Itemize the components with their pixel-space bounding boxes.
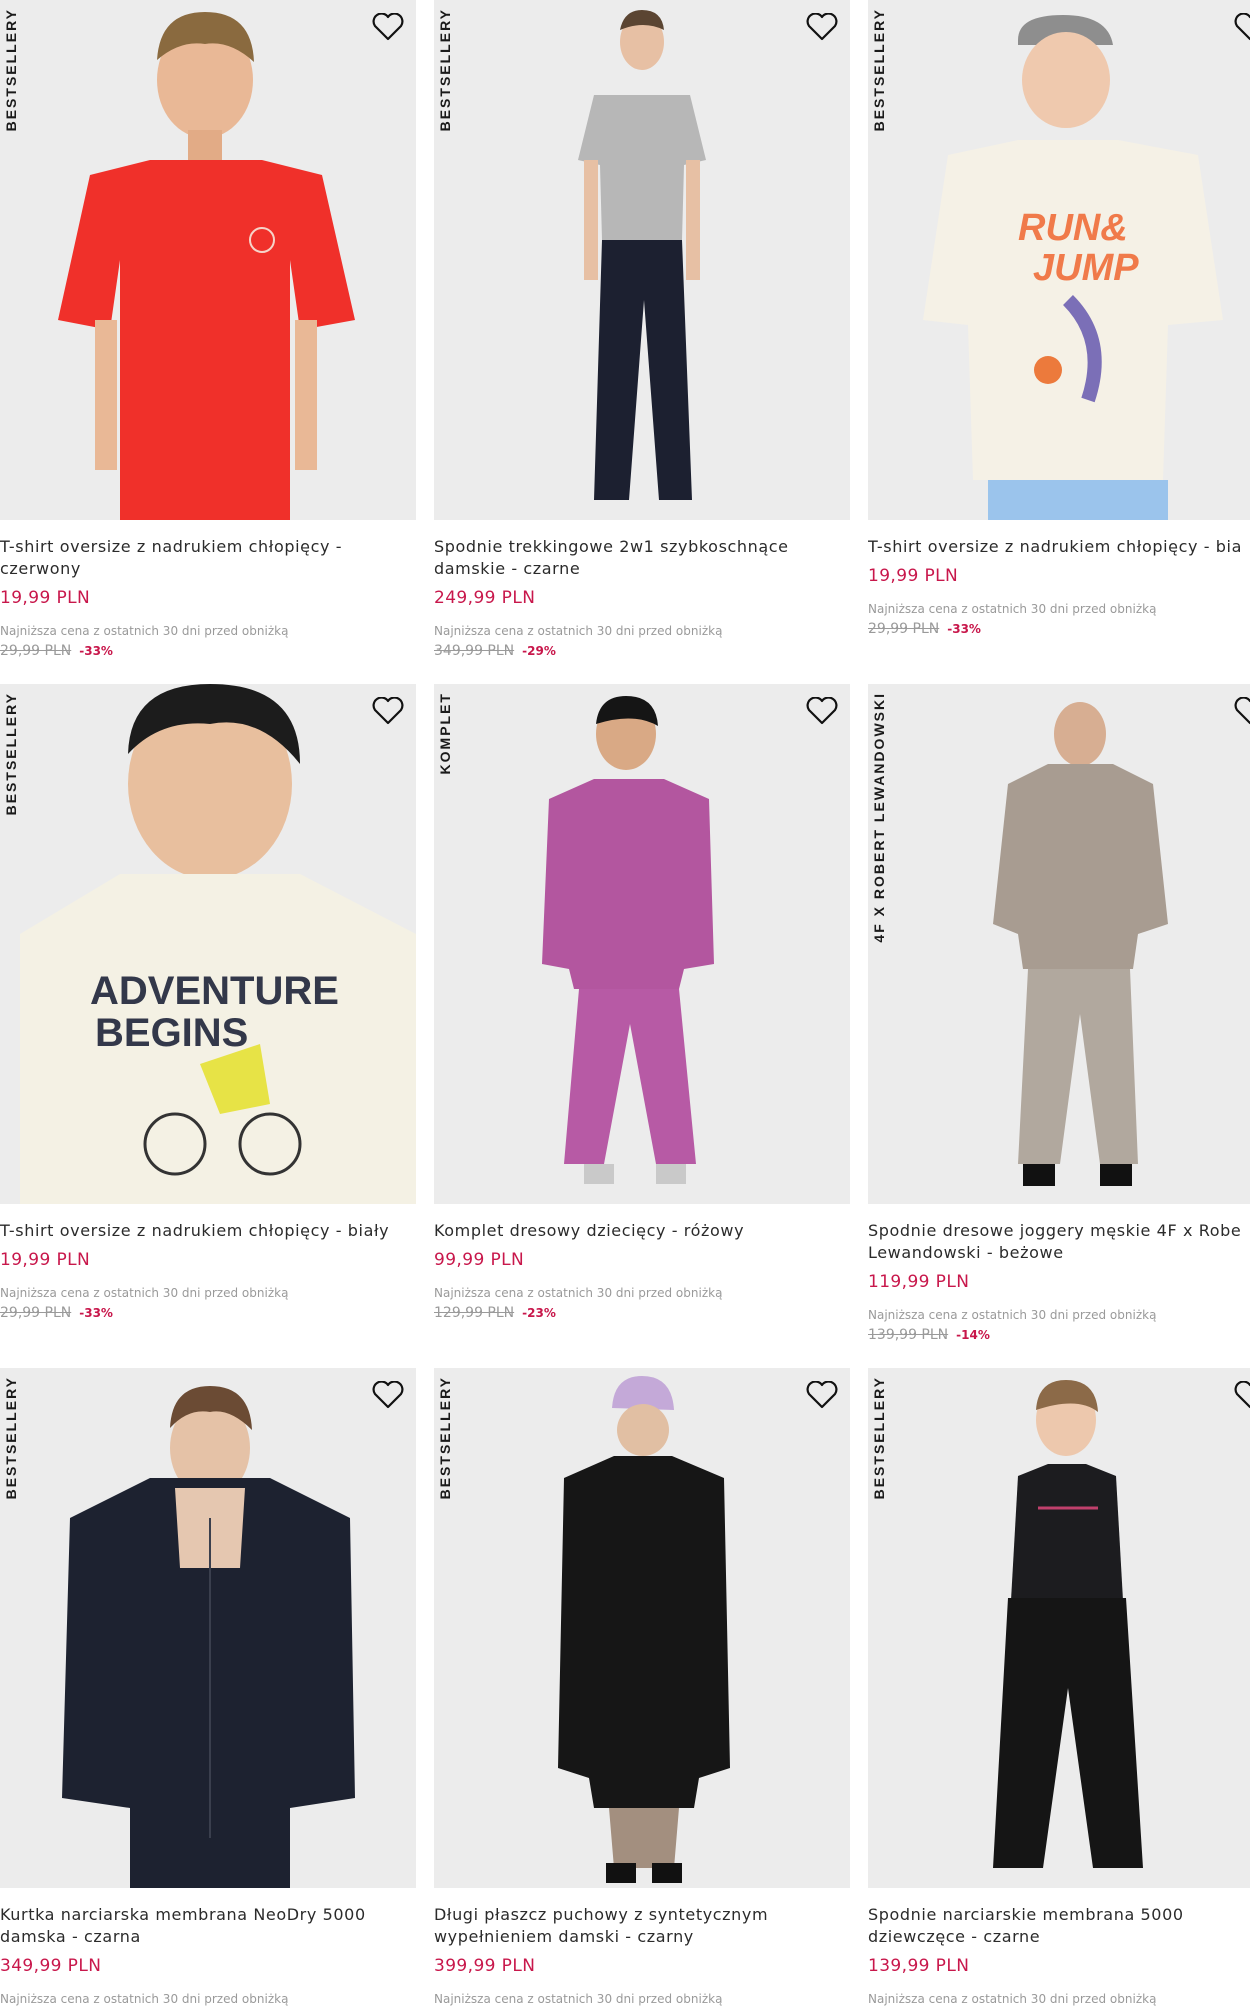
product-title[interactable]: T-shirt oversize z nadrukiem chłopięcy -… (0, 1220, 416, 1242)
product-badge: BESTSELLERY (3, 692, 19, 816)
product-title[interactable]: Komplet dresowy dziecięcy - różowy (434, 1220, 850, 1242)
product-badge: BESTSELLERY (3, 8, 19, 132)
product-badge: BESTSELLERY (871, 1376, 887, 1500)
old-price-row: 129,99 PLN -23% (434, 1305, 850, 1321)
product-image[interactable]: BESTSELLERY (0, 0, 416, 520)
product-image[interactable]: 4F X ROBERT LEWANDOWSKI (868, 684, 1250, 1204)
discount-badge: -33% (79, 644, 113, 658)
old-price: 349,99 PLN (434, 643, 515, 659)
product-title[interactable]: Spodnie dresowe joggery męskie 4F x Robe… (868, 1220, 1250, 1264)
product-card[interactable]: KOMPLET Komplet dresowy dziecięcy - różo… (434, 684, 850, 1321)
lowest-price-label: Najniższa cena z ostatnich 30 dni przed … (868, 1992, 1157, 2006)
product-badge: BESTSELLERY (437, 1376, 453, 1500)
old-price: 29,99 PLN (0, 1305, 72, 1321)
product-badge: 4F X ROBERT LEWANDOWSKI (871, 692, 887, 943)
product-photo (434, 1368, 850, 1888)
product-title[interactable]: Spodnie narciarskie membrana 5000 dziewc… (868, 1904, 1250, 1948)
product-photo (0, 1368, 416, 1888)
svg-text:BEGINS: BEGINS (95, 1011, 248, 1055)
lowest-price-label: Najniższa cena z ostatnich 30 dni przed … (434, 1286, 723, 1300)
lowest-price-label: Najniższa cena z ostatnich 30 dni przed … (0, 624, 289, 638)
product-price: 399,99 PLN (434, 1956, 536, 1976)
lowest-price-label: Najniższa cena z ostatnich 30 dni przed … (868, 1308, 1157, 1322)
product-price: 119,99 PLN (868, 1272, 970, 1292)
product-image[interactable]: BESTSELLERY (868, 1368, 1250, 1888)
wishlist-heart-icon[interactable] (370, 10, 406, 44)
lowest-price-label: Najniższa cena z ostatnich 30 dni przed … (434, 1992, 723, 2006)
old-price: 139,99 PLN (868, 1327, 949, 1343)
product-photo: ADVENTURE BEGINS (0, 684, 416, 1204)
wishlist-heart-icon[interactable] (1232, 10, 1250, 44)
product-title[interactable]: T-shirt oversize z nadrukiem chłopięcy -… (868, 536, 1250, 558)
product-card[interactable]: BESTSELLERY T-shirt oversize z nadrukiem… (0, 0, 416, 659)
wishlist-heart-icon[interactable] (804, 10, 840, 44)
product-image[interactable]: BESTSELLERY (434, 1368, 850, 1888)
svg-text:RUN&: RUN& (1018, 207, 1128, 249)
product-image[interactable]: BESTSELLERY (434, 0, 850, 520)
product-badge: BESTSELLERY (437, 8, 453, 132)
product-price: 249,99 PLN (434, 588, 536, 608)
discount-badge: -29% (522, 644, 556, 658)
product-price: 349,99 PLN (0, 1956, 102, 1976)
lowest-price-label: Najniższa cena z ostatnich 30 dni przed … (0, 1992, 289, 2006)
product-image[interactable]: BESTSELLERY (0, 1368, 416, 1888)
svg-text:ADVENTURE: ADVENTURE (90, 969, 339, 1013)
product-price: 19,99 PLN (0, 588, 91, 608)
old-price-row: 139,99 PLN -14% (868, 1327, 1250, 1343)
wishlist-heart-icon[interactable] (370, 1378, 406, 1412)
product-photo (434, 0, 850, 520)
wishlist-heart-icon[interactable] (370, 694, 406, 728)
lowest-price-label: Najniższa cena z ostatnich 30 dni przed … (868, 602, 1157, 616)
product-title[interactable]: Spodnie trekkingowe 2w1 szybkoschnące da… (434, 536, 850, 580)
product-image[interactable]: RUN& JUMP BESTSELLERY (868, 0, 1250, 520)
wishlist-heart-icon[interactable] (804, 1378, 840, 1412)
product-card[interactable]: 4F X ROBERT LEWANDOWSKI Spodnie dresowe … (868, 684, 1250, 1343)
old-price: 29,99 PLN (868, 621, 940, 637)
product-card[interactable]: RUN& JUMP BESTSELLERY T-shirt oversize z… (868, 0, 1250, 637)
svg-text:JUMP: JUMP (1033, 247, 1139, 289)
product-card[interactable]: BESTSELLERY Spodnie trekkingowe 2w1 szyb… (434, 0, 850, 659)
discount-badge: -23% (522, 1306, 556, 1320)
product-photo (868, 1368, 1250, 1888)
old-price-row: 29,99 PLN -33% (0, 1305, 416, 1321)
old-price-row: 29,99 PLN -33% (868, 621, 1250, 637)
product-price: 99,99 PLN (434, 1250, 525, 1270)
old-price: 129,99 PLN (434, 1305, 515, 1321)
old-price-row: 29,99 PLN -33% (0, 643, 416, 659)
product-price: 139,99 PLN (868, 1956, 970, 1976)
product-image[interactable]: ADVENTURE BEGINS BESTSELLERY (0, 684, 416, 1204)
product-title[interactable]: Długi płaszcz puchowy z syntetycznym wyp… (434, 1904, 850, 1948)
product-card[interactable]: BESTSELLERY Spodnie narciarskie membrana… (868, 1368, 1250, 2006)
wishlist-heart-icon[interactable] (1232, 694, 1250, 728)
product-badge: BESTSELLERY (871, 8, 887, 132)
product-badge: BESTSELLERY (3, 1376, 19, 1500)
wishlist-heart-icon[interactable] (1232, 1378, 1250, 1412)
product-title[interactable]: Kurtka narciarska membrana NeoDry 5000 d… (0, 1904, 416, 1948)
product-photo (0, 0, 416, 520)
product-title[interactable]: T-shirt oversize z nadrukiem chłopięcy -… (0, 536, 416, 580)
product-price: 19,99 PLN (868, 566, 959, 586)
old-price: 29,99 PLN (0, 643, 72, 659)
lowest-price-label: Najniższa cena z ostatnich 30 dni przed … (0, 1286, 289, 1300)
product-badge: KOMPLET (437, 692, 453, 775)
product-price: 19,99 PLN (0, 1250, 91, 1270)
product-image[interactable]: KOMPLET (434, 684, 850, 1204)
product-photo: RUN& JUMP (868, 0, 1250, 520)
wishlist-heart-icon[interactable] (804, 694, 840, 728)
product-card[interactable]: ADVENTURE BEGINS BESTSELLERY T-shirt ove… (0, 684, 416, 1321)
discount-badge: -33% (947, 622, 981, 636)
product-photo (868, 684, 1250, 1204)
discount-badge: -33% (79, 1306, 113, 1320)
old-price-row: 349,99 PLN -29% (434, 643, 850, 659)
product-card[interactable]: BESTSELLERY Kurtka narciarska membrana N… (0, 1368, 416, 2006)
product-grid: BESTSELLERY T-shirt oversize z nadrukiem… (0, 0, 1250, 2014)
product-card[interactable]: BESTSELLERY Długi płaszcz puchowy z synt… (434, 1368, 850, 2006)
lowest-price-label: Najniższa cena z ostatnich 30 dni przed … (434, 624, 723, 638)
discount-badge: -14% (956, 1328, 990, 1342)
product-photo (434, 684, 850, 1204)
